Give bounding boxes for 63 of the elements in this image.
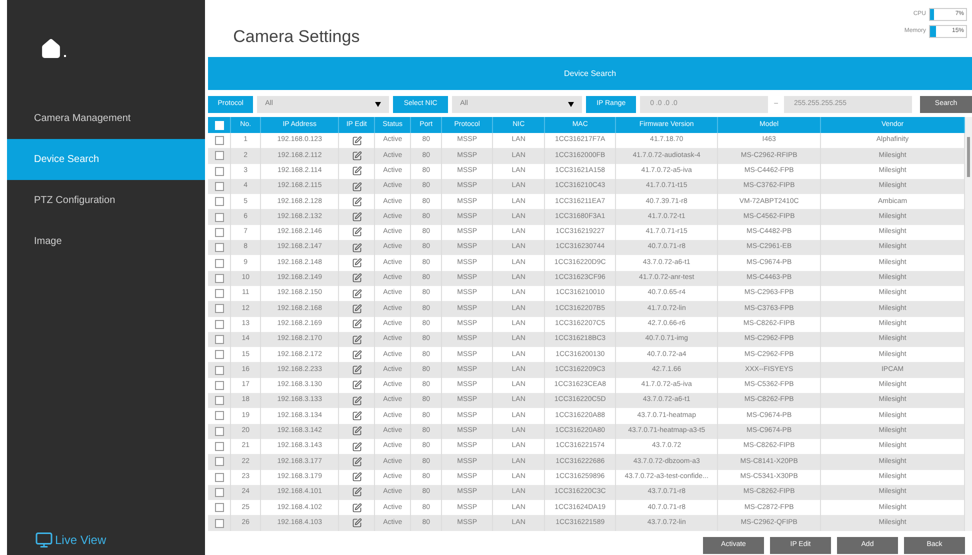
edit-icon[interactable] (352, 166, 362, 176)
checkbox[interactable] (214, 228, 224, 237)
monitor-icon (35, 531, 53, 549)
edit-icon[interactable] (352, 242, 362, 253)
section-title-bar: Device Search (208, 57, 972, 90)
edit-icon[interactable] (352, 150, 362, 161)
edit-icon[interactable] (352, 196, 362, 207)
checkbox[interactable] (214, 503, 224, 512)
home-icon[interactable] (40, 38, 62, 60)
sidebar-item[interactable]: PTZ Configuration (7, 180, 206, 221)
edit-icon[interactable] (352, 396, 362, 406)
checkbox[interactable] (214, 289, 224, 298)
edit-icon[interactable] (352, 273, 362, 284)
edit-icon[interactable] (352, 212, 362, 222)
checkbox[interactable] (214, 335, 224, 344)
checkbox[interactable] (214, 320, 224, 329)
edit-icon[interactable] (352, 380, 362, 390)
checkbox[interactable] (214, 258, 224, 268)
live-view-button[interactable]: Live View (7, 531, 206, 555)
caret-icon (568, 102, 574, 107)
checkbox[interactable] (214, 396, 224, 406)
checkbox[interactable] (214, 151, 224, 160)
checkbox[interactable] (214, 442, 224, 452)
edit-icon[interactable] (352, 442, 362, 452)
checkbox[interactable] (214, 488, 224, 497)
edit-icon[interactable] (352, 365, 362, 376)
checkbox[interactable] (214, 411, 224, 420)
checkbox[interactable] (214, 350, 224, 360)
edit-icon[interactable] (352, 227, 362, 238)
edit-icon[interactable] (352, 319, 362, 330)
edit-icon[interactable] (352, 182, 362, 192)
checkbox[interactable] (214, 243, 224, 252)
edit-icon[interactable] (352, 304, 362, 314)
checkbox[interactable] (214, 366, 224, 375)
edit-icon[interactable] (352, 487, 362, 498)
edit-icon[interactable] (352, 258, 362, 268)
edit-icon[interactable] (352, 456, 362, 467)
checkbox[interactable] (214, 304, 224, 314)
checkbox[interactable] (214, 274, 224, 283)
checkbox[interactable] (214, 182, 224, 192)
edit-icon[interactable] (352, 410, 362, 421)
edit-icon[interactable] (352, 350, 362, 360)
edit-icon[interactable] (352, 334, 362, 344)
checkbox[interactable] (214, 518, 224, 528)
edit-icon[interactable] (352, 426, 362, 436)
checkbox[interactable] (214, 472, 224, 482)
edit-icon[interactable] (352, 136, 362, 146)
edit-icon[interactable] (352, 472, 362, 482)
checkbox[interactable] (214, 457, 224, 466)
sidebar-item[interactable]: Device Search (7, 139, 206, 180)
checkbox[interactable] (214, 426, 224, 436)
checkbox[interactable] (214, 166, 224, 176)
edit-icon[interactable] (352, 518, 362, 528)
checkbox[interactable] (214, 136, 224, 146)
page-title: Camera Settings (233, 26, 360, 48)
checkbox[interactable] (214, 380, 224, 390)
caret-icon (375, 102, 382, 107)
checkbox[interactable] (214, 212, 224, 222)
edit-icon[interactable] (352, 502, 362, 513)
edit-icon[interactable] (352, 288, 362, 299)
sidebar-item[interactable]: Camera Management (7, 98, 206, 139)
sidebar-item[interactable]: Image (7, 221, 206, 262)
checkbox[interactable] (214, 197, 224, 206)
